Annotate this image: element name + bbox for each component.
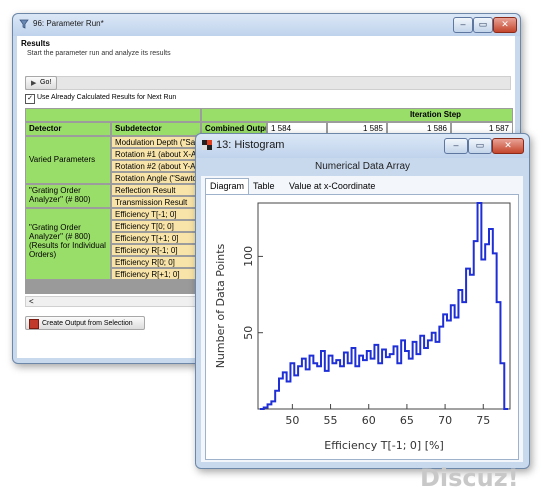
tab-value-at-x[interactable]: Value at x-Coordinate xyxy=(285,179,379,193)
y-tick-label: 100 xyxy=(242,246,255,267)
y-axis-label: Number of Data Points xyxy=(214,243,227,368)
watermark: Discuz! xyxy=(420,464,519,492)
create-output-label: Create Output from Selection xyxy=(42,320,133,327)
filter-icon xyxy=(19,19,29,29)
maximize-button[interactable]: ▭ xyxy=(473,17,493,33)
histogram-title: 13: Histogram xyxy=(216,139,285,151)
hist-close-button[interactable]: ✕ xyxy=(492,138,524,154)
header-subdetector: Subdetector xyxy=(111,122,201,136)
grid-footer xyxy=(25,280,213,294)
output-icon xyxy=(29,319,39,329)
window-title: 96: Parameter Run* xyxy=(33,19,104,28)
section-heading: Results xyxy=(21,39,50,48)
scroll-left-icon[interactable]: < xyxy=(29,297,34,306)
x-tick-label: 55 xyxy=(324,414,338,427)
x-axis-label: Efficiency T[-1; 0] [%] xyxy=(324,439,444,452)
x-tick-label: 65 xyxy=(400,414,414,427)
hist-minimize-button[interactable]: – xyxy=(444,138,468,154)
go-bar xyxy=(25,76,511,90)
x-tick-label: 60 xyxy=(362,414,376,427)
close-button[interactable]: ✕ xyxy=(493,17,517,33)
header-detector: Detector xyxy=(25,122,111,136)
go-label: Go! xyxy=(40,79,52,86)
group-grating-analyzer: "Grating Order Analyzer" (# 800) xyxy=(25,184,111,208)
create-output-button[interactable]: Create Output from Selection xyxy=(25,316,145,330)
group-varied-parameters: Varied Parameters xyxy=(25,136,111,184)
header-iteration: Iteration Step xyxy=(201,108,513,122)
histogram-chart[interactable]: 50 55 60 65 70 75 50 100 Efficiency T[-1; 0] [%… xyxy=(206,195,518,459)
tab-diagram[interactable]: Diagram xyxy=(205,178,250,194)
histogram-subtitle: Numerical Data Array xyxy=(314,161,411,172)
minimize-button[interactable]: – xyxy=(453,17,473,33)
parameter-run-titlebar[interactable]: 96: Parameter Run* – ▭ ✕ xyxy=(13,14,520,36)
horizontal-scrollbar[interactable]: < xyxy=(25,296,213,307)
histogram-client: Diagram Table Value at x-Coordinate 50 55… xyxy=(201,176,523,462)
use-results-label: Use Already Calculated Results for Next … xyxy=(37,94,177,101)
section-description: Start the parameter run and analyze its … xyxy=(27,50,171,57)
histogram-window: 13: Histogram – ▭ ✕ Numerical Data Array… xyxy=(195,133,530,469)
hist-maximize-button[interactable]: ▭ xyxy=(468,138,492,154)
x-tick-label: 75 xyxy=(476,414,490,427)
histogram-app-icon xyxy=(202,140,212,150)
play-icon: ▶ xyxy=(31,80,37,87)
diagram-panel: 50 55 60 65 70 75 50 100 Efficiency T[-1; 0] [%… xyxy=(205,194,519,460)
tab-table[interactable]: Table xyxy=(249,179,279,193)
x-tick-label: 50 xyxy=(285,414,299,427)
go-button[interactable]: ▶ Go! xyxy=(25,76,57,90)
group-grating-orders: "Grating Order Analyzer" (# 800) (Result… xyxy=(25,208,111,280)
y-tick-label: 50 xyxy=(242,326,255,340)
histogram-titlebar[interactable]: 13: Histogram – ▭ ✕ xyxy=(196,134,529,158)
header-blank xyxy=(25,108,201,122)
x-tick-label: 70 xyxy=(438,414,452,427)
use-results-checkbox[interactable]: ✓ xyxy=(25,94,35,104)
